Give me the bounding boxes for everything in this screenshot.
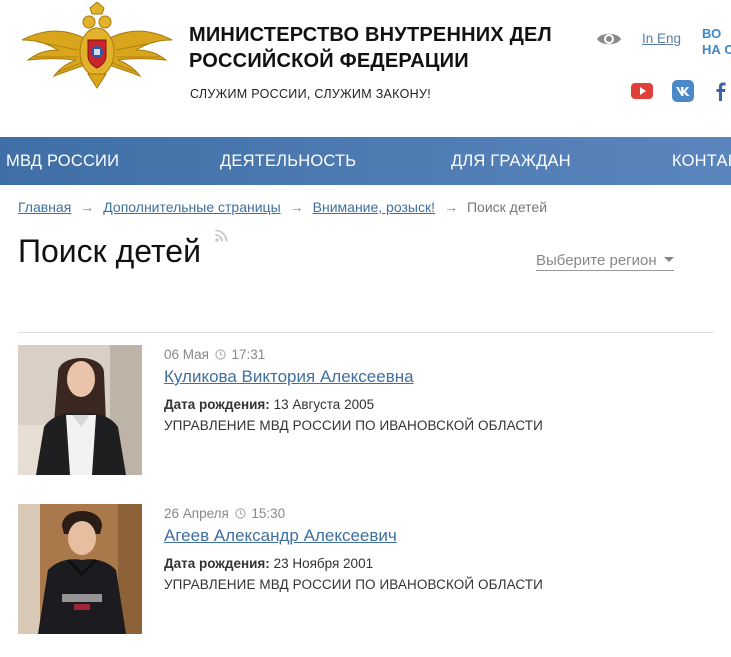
top-right-link[interactable]: ВО НА С: [702, 26, 731, 58]
entry-meta: 06 Мая 17:31: [164, 347, 265, 362]
main-navigation: МВД РОССИИ ДЕЯТЕЛЬНОСТЬ ДЛЯ ГРАЖДАН КОНТ…: [0, 137, 731, 185]
breadcrumb-current: Поиск детей: [466, 199, 548, 215]
nav-item-mvd-russia[interactable]: МВД РОССИИ: [6, 137, 119, 185]
birth-date-label: Дата рождения:: [164, 556, 270, 571]
list-item: 26 Апреля 15:30 Агеев Александр Алексеев…: [18, 504, 714, 636]
entry-date: 06 Мая: [164, 347, 209, 362]
birth-date-value: 23 Ноября 2001: [273, 556, 374, 571]
birth-date-value: 13 Августа 2005: [273, 397, 375, 412]
breadcrumb-separator: →: [443, 199, 458, 215]
breadcrumb-separator: →: [80, 199, 95, 215]
entry-time: 15:30: [251, 506, 286, 521]
nav-item-for-citizens[interactable]: ДЛЯ ГРАЖДАН: [451, 137, 571, 185]
birth-date-label: Дата рождения:: [164, 397, 270, 412]
vk-icon[interactable]: [672, 80, 694, 102]
facebook-icon[interactable]: [710, 80, 731, 102]
site-header: МИНИСТЕРСТВО ВНУТРЕННИХ ДЕЛ РОССИЙСКОЙ Ф…: [0, 0, 731, 137]
missing-child-photo[interactable]: [18, 504, 142, 634]
entry-meta: 26 Апреля 15:30: [164, 506, 285, 521]
missing-child-photo[interactable]: [18, 345, 142, 475]
youtube-icon[interactable]: [631, 80, 653, 102]
list-item: 06 Мая 17:31 Куликова Виктория Алексеевн…: [18, 345, 714, 477]
birth-date-row: Дата рождения: 23 Ноября 2001: [164, 556, 373, 571]
region-select-label: Выберите регион: [536, 252, 657, 269]
divider: [18, 332, 714, 333]
department-name: УПРАВЛЕНИЕ МВД РОССИИ ПО ИВАНОВСКОЙ ОБЛА…: [164, 577, 543, 592]
breadcrumb-wanted[interactable]: Внимание, розыск!: [313, 199, 435, 215]
clock-icon: [234, 508, 246, 519]
ministry-title-line1: МИНИСТЕРСТВО ВНУТРЕННИХ ДЕЛ: [189, 24, 552, 46]
top-right-link-line1: ВО: [702, 26, 722, 41]
birth-date-row: Дата рождения: 13 Августа 2005: [164, 397, 374, 412]
breadcrumb-additional-pages[interactable]: Дополнительные страницы: [103, 199, 280, 215]
mvd-emblem-icon[interactable]: [18, 2, 176, 90]
ministry-title-line2: РОССИЙСКОЙ ФЕДЕРАЦИИ: [189, 50, 469, 72]
entry-date: 26 Апреля: [164, 506, 229, 521]
breadcrumb: Главная → Дополнительные страницы → Внимание…: [18, 199, 547, 215]
clock-icon: [215, 349, 226, 360]
breadcrumb-home[interactable]: Главная: [18, 199, 71, 215]
department-name: УПРАВЛЕНИЕ МВД РОССИИ ПО ИВАНОВСКОЙ ОБЛА…: [164, 418, 543, 433]
top-right-link-line2: НА С: [702, 42, 731, 57]
missing-child-name-link[interactable]: Агеев Александр Алексеевич: [164, 526, 397, 546]
region-select[interactable]: Выберите регион: [536, 252, 674, 271]
entry-time: 17:31: [231, 347, 266, 362]
nav-item-contacts[interactable]: КОНТАК: [672, 137, 731, 185]
ministry-title: МИНИСТЕРСТВО ВНУТРЕННИХ ДЕЛ РОССИЙСКОЙ Ф…: [189, 22, 569, 74]
missing-child-name-link[interactable]: Куликова Виктория Алексеевна: [164, 367, 414, 387]
eye-icon[interactable]: [596, 30, 622, 48]
breadcrumb-separator: →: [289, 199, 304, 215]
english-version-link[interactable]: In Eng: [642, 31, 681, 46]
rss-icon[interactable]: [214, 229, 228, 243]
caret-down-icon: [663, 257, 674, 262]
nav-item-activity[interactable]: ДЕЯТЕЛЬНОСТЬ: [220, 137, 356, 185]
page-title: Поиск детей: [18, 233, 201, 269]
ministry-motto: СЛУЖИМ РОССИИ, СЛУЖИМ ЗАКОНУ!: [190, 87, 431, 101]
